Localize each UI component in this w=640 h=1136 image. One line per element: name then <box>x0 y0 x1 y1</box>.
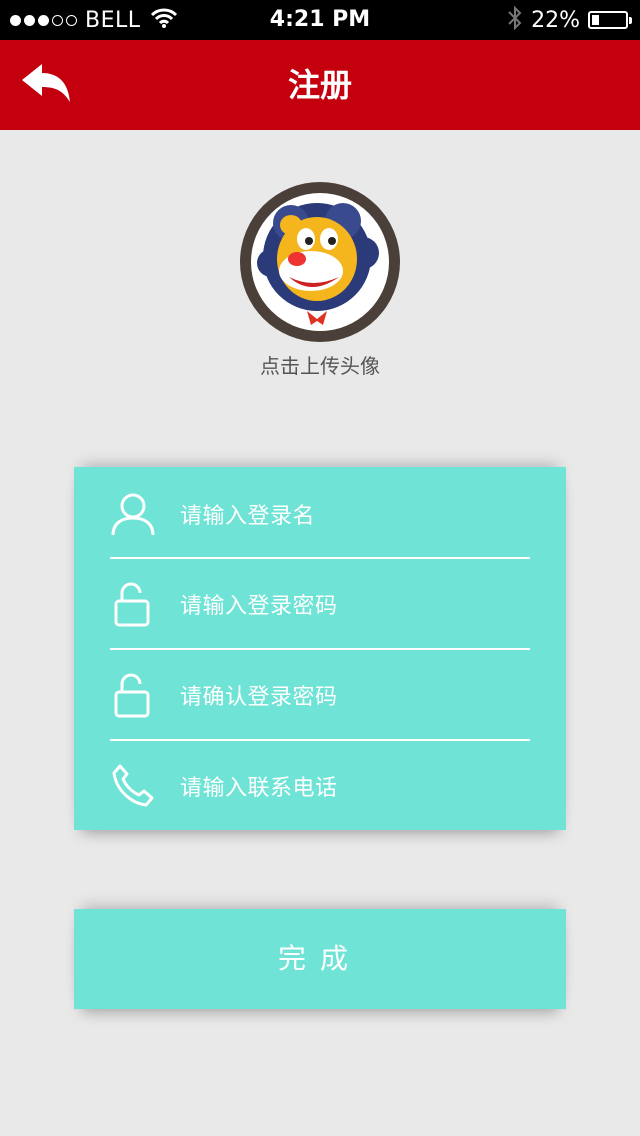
phone-icon <box>110 763 156 809</box>
password-placeholder: 请输入登录密码 <box>180 594 338 619</box>
status-bar: BELL 4:21 PM 22% <box>0 0 640 40</box>
lock-icon <box>110 672 156 718</box>
battery-level <box>592 15 599 25</box>
done-button[interactable]: 完成 <box>74 909 566 1009</box>
password-field[interactable]: 请输入登录密码 <box>110 559 530 649</box>
avatar-upload[interactable] <box>240 182 400 342</box>
page-title: 注册 <box>287 66 352 104</box>
register-form: 请输入登录名 请输入登录密码 请确认登录密码 请输入联系电话 <box>74 467 566 830</box>
phone-placeholder: 请输入联系电话 <box>180 776 338 801</box>
username-field[interactable]: 请输入登录名 <box>110 469 530 559</box>
avatar-caption: 点击上传头像 <box>260 354 380 378</box>
confirm-password-field[interactable]: 请确认登录密码 <box>110 650 530 740</box>
header-bar: 注册 <box>0 40 640 130</box>
phone-field[interactable]: 请输入联系电话 <box>110 741 530 831</box>
lion-mascot-avatar <box>251 193 389 331</box>
battery-icon <box>588 11 632 29</box>
battery-percent: 22% <box>531 7 580 33</box>
confirm-password-placeholder: 请确认登录密码 <box>180 685 338 710</box>
username-placeholder: 请输入登录名 <box>180 504 316 529</box>
back-arrow-icon <box>22 64 70 102</box>
back-button[interactable] <box>20 62 76 108</box>
user-icon <box>110 491 156 537</box>
bluetooth-icon <box>507 5 523 35</box>
status-right: 22% <box>507 5 632 35</box>
lock-icon <box>110 581 156 627</box>
